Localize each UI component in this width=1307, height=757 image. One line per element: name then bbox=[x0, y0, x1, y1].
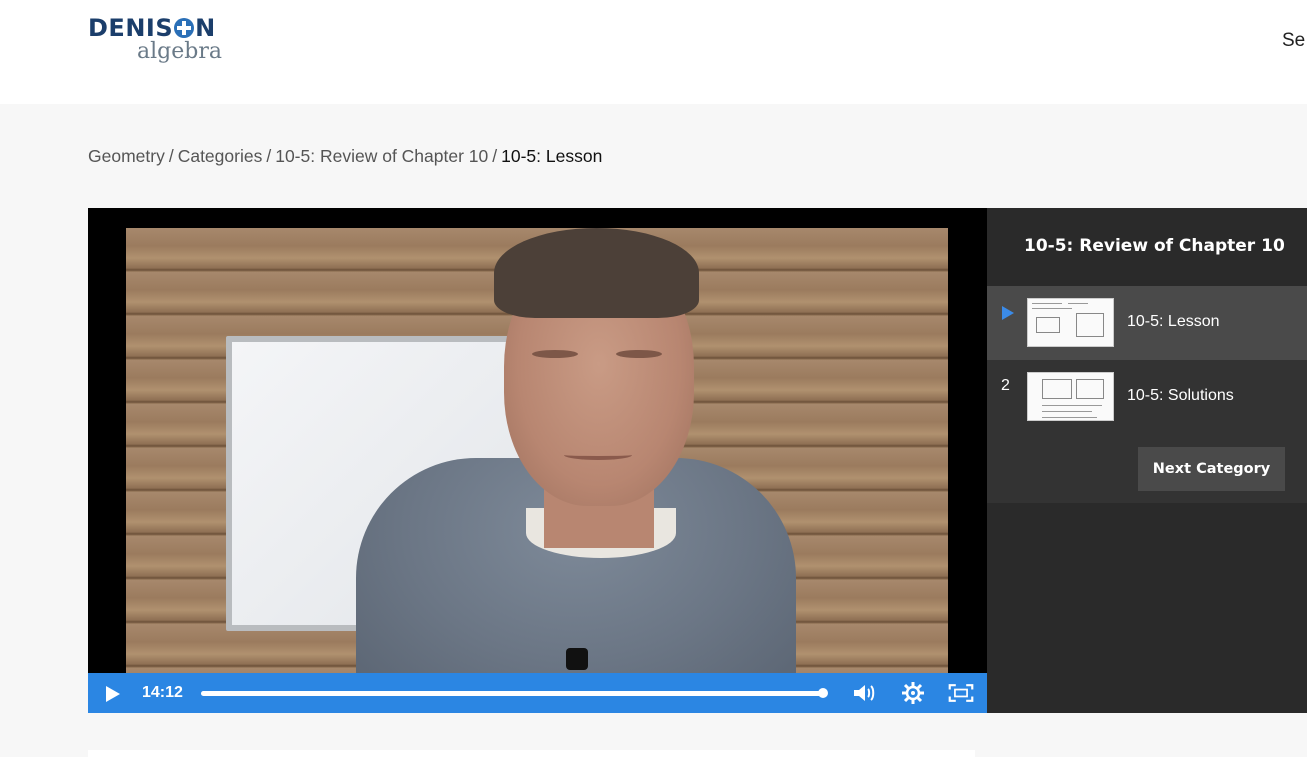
shape-7 bbox=[616, 350, 662, 358]
breadcrumb-chapter[interactable]: 10-5: Review of Chapter 10 bbox=[275, 146, 488, 166]
site-header: DENIS N algebra Se bbox=[0, 0, 1307, 104]
shape-8 bbox=[564, 450, 632, 460]
logo-wordmark-end: N bbox=[195, 14, 216, 42]
breadcrumb-separator: / bbox=[168, 146, 174, 166]
shape-5 bbox=[494, 228, 699, 318]
solutions-thumbnail bbox=[1027, 372, 1114, 421]
shape-19 bbox=[1042, 417, 1097, 418]
shape-15 bbox=[1042, 379, 1072, 399]
play-icon[interactable] bbox=[104, 685, 122, 703]
shape-17 bbox=[1042, 405, 1102, 406]
instructor-image bbox=[326, 228, 796, 693]
shape-18 bbox=[1042, 411, 1092, 412]
playlist-title: 10-5: Review of Chapter 10 bbox=[987, 208, 1307, 286]
shape-10 bbox=[1032, 303, 1062, 304]
sidebar-empty-area bbox=[987, 503, 1307, 713]
fullscreen-icon[interactable] bbox=[948, 681, 974, 705]
breadcrumb-separator: / bbox=[492, 146, 498, 166]
breadcrumb-geometry[interactable]: Geometry bbox=[88, 146, 165, 166]
video-controls: 14:12 bbox=[88, 673, 987, 713]
shape-9 bbox=[566, 648, 588, 670]
denison-algebra-logo[interactable]: DENIS N algebra bbox=[88, 14, 228, 70]
playlist-item-label: 10-5: Solutions bbox=[1127, 387, 1234, 404]
settings-gear-icon[interactable] bbox=[900, 681, 926, 705]
shape-11 bbox=[1032, 308, 1072, 309]
logo-subtitle: algebra bbox=[137, 39, 222, 64]
playlist-item-solutions[interactable]: 2 10-5: Solutions bbox=[987, 360, 1307, 434]
breadcrumb: Geometry / Categories/10-5: Review of Chap… bbox=[88, 146, 602, 167]
logo-wordmark-start: DENIS bbox=[88, 14, 174, 42]
playlist-sidebar: 10-5: Review of Chapter 10 10-5: Lesson … bbox=[987, 208, 1307, 713]
shape-14 bbox=[1068, 303, 1088, 304]
playlist-item-index: 2 bbox=[1001, 377, 1010, 394]
playlist-item-label: 10-5: Lesson bbox=[1127, 313, 1220, 330]
progress-knob[interactable] bbox=[818, 688, 828, 698]
now-playing-icon bbox=[1002, 306, 1014, 320]
shape-16 bbox=[1076, 379, 1104, 399]
current-time: 14:12 bbox=[142, 684, 183, 701]
logo-wordmark: DENIS N bbox=[88, 14, 216, 42]
breadcrumb-separator: / bbox=[266, 146, 272, 166]
breadcrumb-categories[interactable]: Categories bbox=[178, 146, 263, 166]
lesson-thumbnail bbox=[1027, 298, 1114, 347]
progress-fill bbox=[201, 691, 823, 696]
logo-cross-icon bbox=[174, 18, 195, 38]
video-player[interactable]: 14:12 bbox=[88, 208, 987, 713]
shape-6 bbox=[532, 350, 578, 358]
breadcrumb-current: 10-5: Lesson bbox=[501, 146, 603, 166]
video-frame[interactable] bbox=[126, 228, 948, 693]
shape-13 bbox=[1076, 313, 1104, 337]
content-card bbox=[88, 750, 975, 757]
header-nav-item[interactable]: Se bbox=[1282, 30, 1305, 52]
volume-icon[interactable] bbox=[851, 681, 877, 705]
shape-12 bbox=[1036, 317, 1060, 333]
progress-bar[interactable] bbox=[201, 688, 828, 698]
playlist-item-lesson[interactable]: 10-5: Lesson bbox=[987, 286, 1307, 360]
next-category-button[interactable]: Next Category bbox=[1138, 447, 1285, 491]
